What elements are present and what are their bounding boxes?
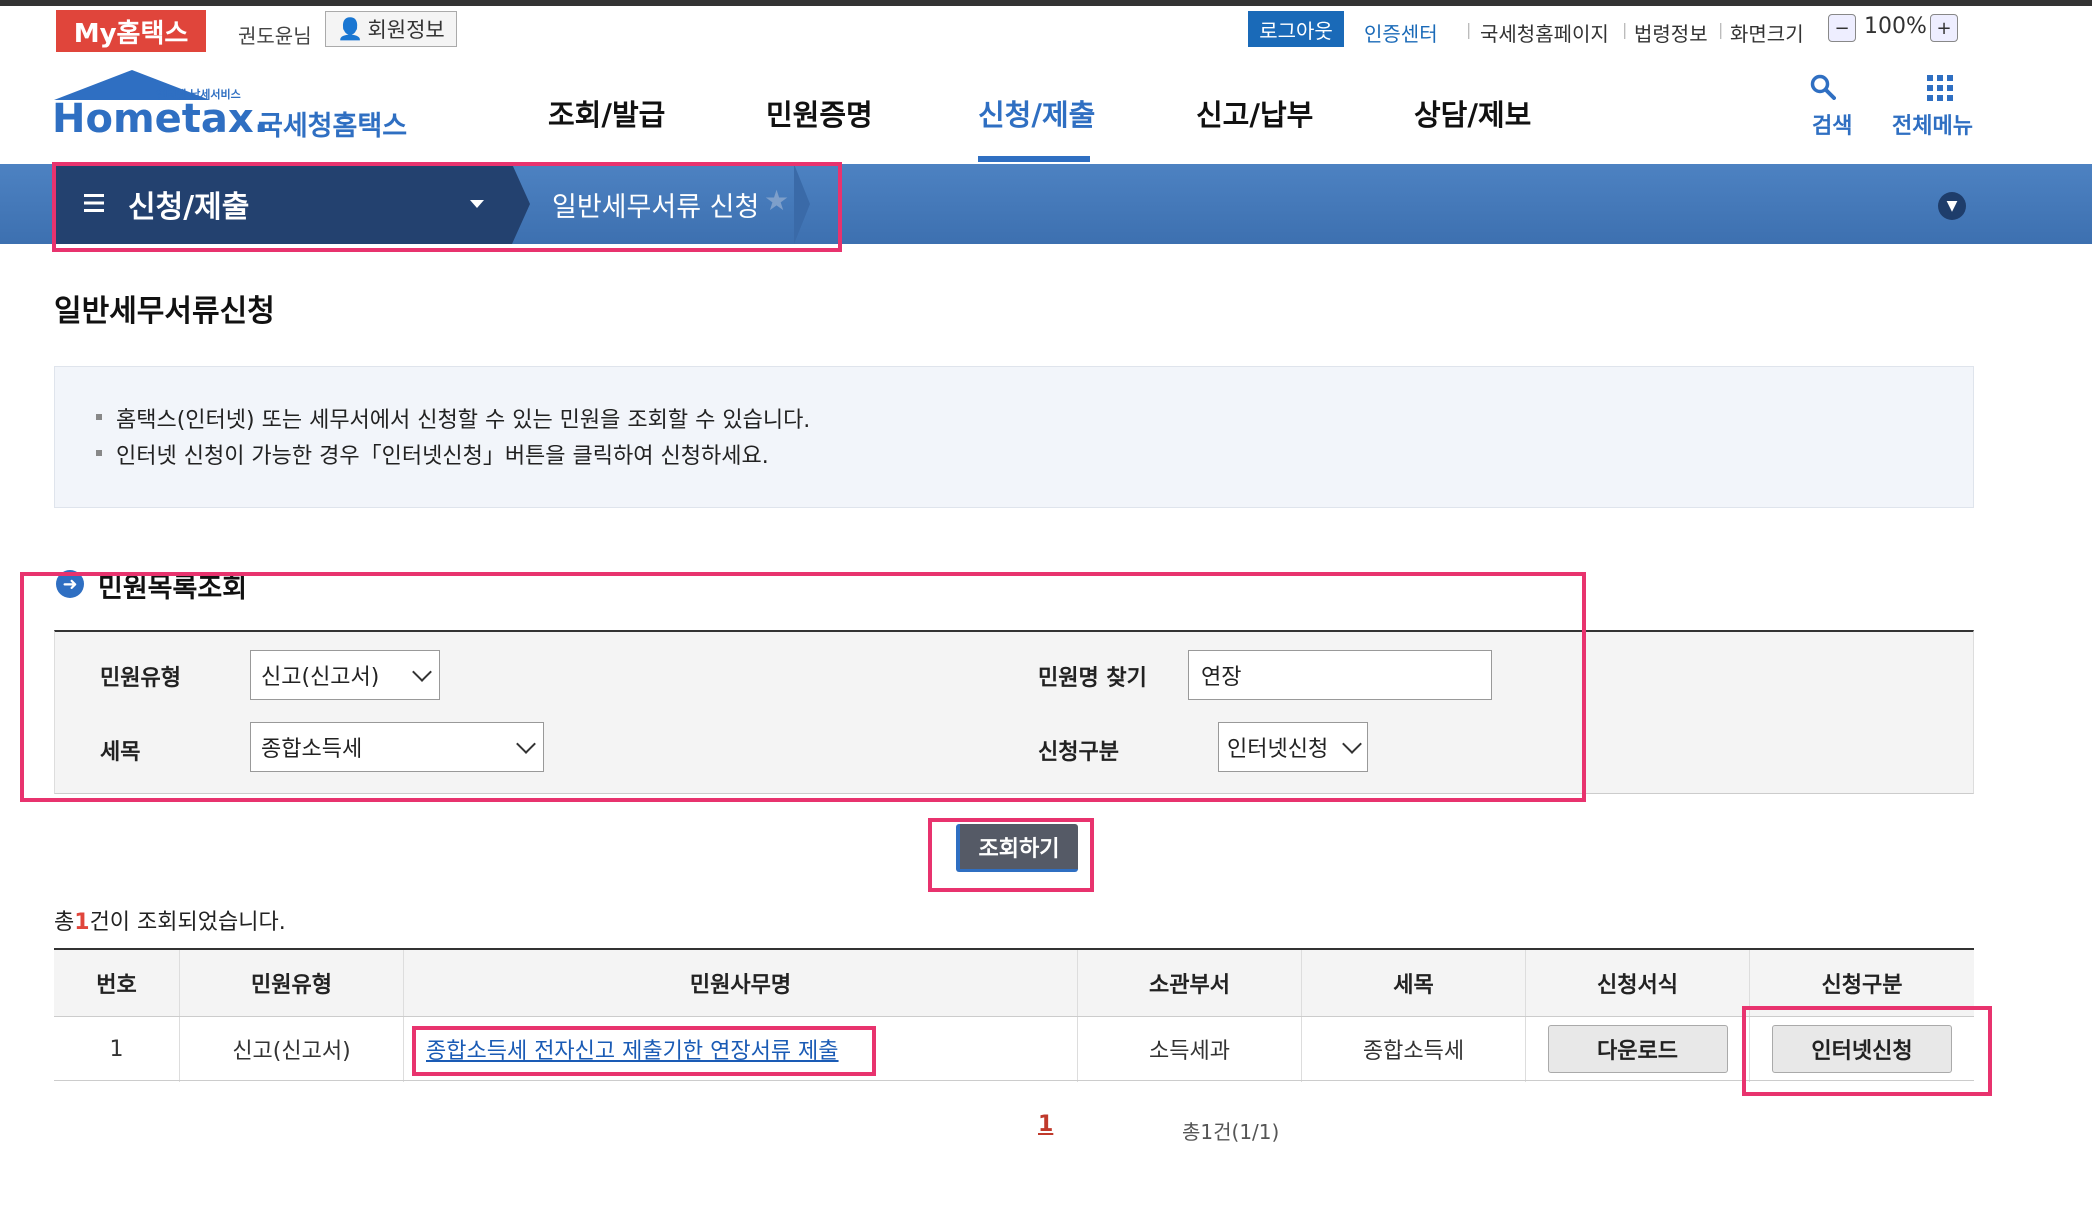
search-icon[interactable] [1810,74,1836,100]
col-header-name: 민원사무명 [404,950,1078,1016]
grid-menu-icon[interactable] [1926,74,1954,102]
zoom-out-button[interactable]: − [1828,14,1856,42]
expand-chevron-icon[interactable]: ▼ [1938,192,1966,220]
screen-size-label: 화면크기 [1730,22,1804,46]
user-icon: 👤 [337,16,364,41]
logout-button[interactable]: 로그아웃 [1248,11,1344,47]
highlight-box-breadcrumb [52,162,842,252]
member-info-button[interactable]: 👤 회원정보 [325,11,457,47]
col-header-no: 번호 [54,950,180,1016]
all-menu-label[interactable]: 전체메뉴 [1892,108,1973,140]
zoom-value: 100% [1864,14,1927,39]
cell-dept: 소득세과 [1078,1016,1302,1082]
info-line: 인터넷 신청이 가능한 경우「인터넷신청」버튼을 클릭하여 신청하세요. [116,444,769,469]
law-info-link[interactable]: 법령정보 [1634,18,1708,47]
result-suffix: 건이 조회되었습니다. [89,910,286,935]
highlight-box-search [20,572,1586,802]
nav-inquiry[interactable]: 조회/발급 [548,92,665,134]
nts-homepage-link[interactable]: 국세청홈페이지 [1480,18,1609,47]
col-header-type: 민원유형 [180,950,404,1016]
page-number-current[interactable]: 1 [1038,1112,1053,1137]
cell-no: 1 [54,1016,180,1082]
table-header-divider [54,1016,1974,1017]
result-count-number: 1 [74,910,90,935]
my-hometax-button[interactable]: My홈택스 [56,10,206,52]
cert-center-link[interactable]: 인증센터 [1364,18,1438,47]
search-label[interactable]: 검색 [1812,108,1852,140]
zoom-in-button[interactable]: + [1930,14,1958,42]
cell-type: 신고(신고서) [180,1016,404,1082]
divider: | [1718,20,1724,39]
active-nav-indicator [978,156,1090,162]
download-button[interactable]: 다운로드 [1547,1025,1728,1073]
nav-report-pay[interactable]: 신고/납부 [1196,92,1313,134]
cell-tax: 종합소득세 [1302,1016,1526,1082]
divider: | [1466,20,1472,39]
info-line: 홈택스(인터넷) 또는 세무서에서 신청할 수 있는 민원을 조회할 수 있습니… [116,408,811,433]
user-name: 권도윤님 [238,24,312,48]
result-count: 총1건이 조회되었습니다. [54,904,286,936]
highlight-box-link [412,1026,876,1076]
col-header-form: 신청서식 [1526,950,1750,1016]
logo-korean: 국세청홈택스 [258,111,408,142]
member-info-label: 회원정보 [367,18,445,42]
bullet [96,450,102,456]
highlight-box-query [928,818,1094,892]
result-prefix: 총 [54,910,75,935]
nav-certificate[interactable]: 민원증명 [766,92,873,134]
page-total: 총1건(1/1) [1182,1120,1280,1144]
nav-apply-submit[interactable]: 신청/제출 [978,92,1095,134]
col-header-dept: 소관부서 [1078,950,1302,1016]
highlight-box-apply [1742,1006,1992,1096]
divider: | [1622,20,1628,39]
hometax-logo[interactable]: Hometax. [52,96,269,142]
info-box [54,366,1974,508]
col-header-tax: 세목 [1302,950,1526,1016]
cell-form: 다운로드 [1526,1016,1750,1082]
nav-consult[interactable]: 상담/제보 [1414,92,1531,134]
table-bottom-border [54,1080,1974,1081]
bullet [96,414,102,420]
page-title: 일반세무서류신청 [54,294,275,329]
